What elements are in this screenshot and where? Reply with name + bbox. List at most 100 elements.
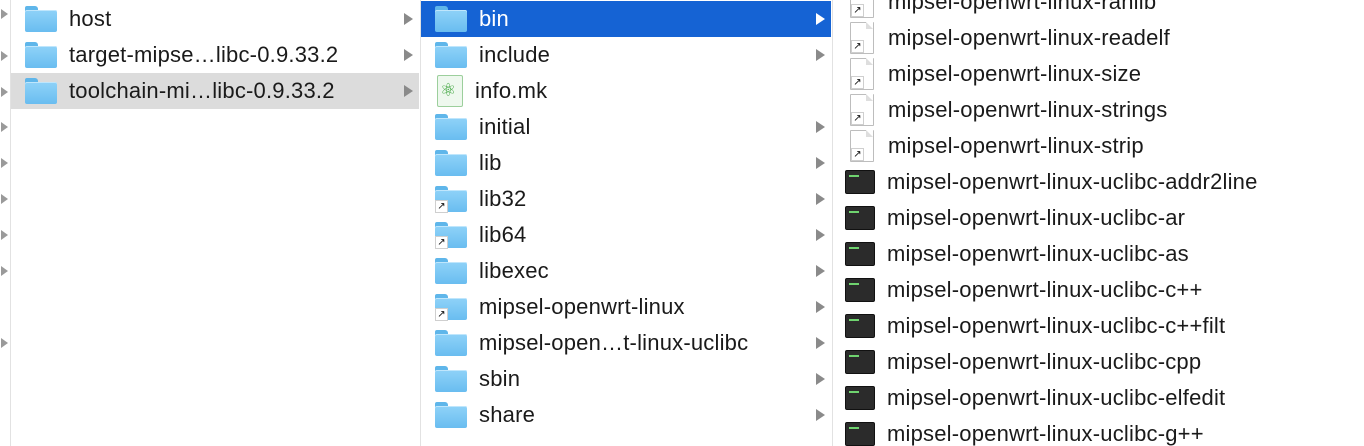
- folder-icon: [435, 114, 467, 140]
- list-item-mipsel-openwrt-linux-uclibc-c[interactable]: mipsel-openwrt-linux-uclibc-c++: [833, 272, 1364, 308]
- chevron-right-icon: [816, 265, 825, 277]
- list-item-sbin[interactable]: sbin: [421, 361, 831, 397]
- chevron-right-icon: [1, 9, 8, 19]
- terminal-executable-icon: [845, 278, 875, 302]
- list-item-toolchain-mi-libc-0-9-33-2[interactable]: toolchain-mi…libc-0.9.33.2: [11, 73, 419, 109]
- makefile-icon: ⚛: [437, 75, 463, 107]
- alias-arrow-icon: ↗: [851, 76, 864, 89]
- alias-arrow-icon: ↗: [851, 112, 864, 125]
- chevron-right-icon: [816, 193, 825, 205]
- item-name: libexec: [479, 258, 549, 283]
- alias-document-icon: ↗: [850, 130, 876, 162]
- list-item-bin[interactable]: bin: [421, 1, 831, 37]
- alias-arrow-icon: ↗: [435, 308, 448, 321]
- chevron-right-icon: [816, 157, 825, 169]
- column-parent-edge[interactable]: [0, 0, 10, 446]
- list-item-mipsel-open-t-linux-uclibc[interactable]: mipsel-open…t-linux-uclibc: [421, 325, 831, 361]
- item-name: mipsel-open…t-linux-uclibc: [479, 330, 749, 355]
- chevron-right-icon: [816, 49, 825, 61]
- alias-arrow-icon: ↗: [851, 40, 864, 53]
- chevron-right-icon: [1, 158, 8, 168]
- column-toolchain-parent[interactable]: host target-mipse…libc-0.9.33.2 toolchain-…: [11, 0, 419, 446]
- chevron-right-icon: [1, 194, 8, 204]
- list-item-lib32[interactable]: ↗ lib32: [421, 181, 831, 217]
- terminal-executable-icon: [845, 314, 875, 338]
- chevron-right-icon: [816, 121, 825, 133]
- list-item-lib64[interactable]: ↗ lib64: [421, 217, 831, 253]
- list-item-initial[interactable]: initial: [421, 109, 831, 145]
- list-item-mipsel-openwrt-linux-uclibc-ar[interactable]: mipsel-openwrt-linux-uclibc-ar: [833, 200, 1364, 236]
- chevron-right-icon: [404, 85, 413, 97]
- folder-icon: [435, 6, 467, 32]
- item-name: mipsel-openwrt-linux: [479, 294, 685, 319]
- item-name: info.mk: [475, 78, 548, 103]
- item-name: lib32: [479, 186, 527, 211]
- alias-arrow-icon: ↗: [435, 236, 448, 249]
- list-item-mipsel-openwrt-linux-readelf[interactable]: ↗ mipsel-openwrt-linux-readelf: [833, 20, 1364, 56]
- list-item-mipsel-openwrt-linux-strip[interactable]: ↗ mipsel-openwrt-linux-strip: [833, 128, 1364, 164]
- chevron-right-icon: [404, 13, 413, 25]
- folder-icon: [435, 402, 467, 428]
- item-name: mipsel-openwrt-linux-uclibc-ar: [887, 205, 1186, 230]
- folder-alias-icon: ↗: [435, 186, 467, 213]
- alias-document-icon: ↗: [850, 94, 876, 126]
- item-name: mipsel-openwrt-linux-strings: [888, 97, 1168, 122]
- item-name: initial: [479, 114, 531, 139]
- folder-alias-icon: ↗: [435, 294, 467, 321]
- alias-document-icon: ↗: [850, 58, 876, 90]
- list-item-mipsel-openwrt-linux-uclibc-elfedit[interactable]: mipsel-openwrt-linux-uclibc-elfedit: [833, 380, 1364, 416]
- list-item-host[interactable]: host: [11, 1, 419, 37]
- chevron-right-icon: [816, 301, 825, 313]
- alias-arrow-icon: ↗: [851, 148, 864, 161]
- item-name: lib64: [479, 222, 527, 247]
- list-item-mipsel-openwrt-linux-size[interactable]: ↗ mipsel-openwrt-linux-size: [833, 56, 1364, 92]
- item-name: share: [479, 402, 536, 427]
- list-item-share[interactable]: share: [421, 397, 831, 433]
- alias-document-icon: ↗: [850, 0, 876, 18]
- item-name: mipsel-openwrt-linux-uclibc-c++filt: [887, 313, 1226, 338]
- terminal-executable-icon: [845, 206, 875, 230]
- item-name: mipsel-openwrt-linux-size: [888, 61, 1142, 86]
- chevron-right-icon: [1, 87, 8, 97]
- list-item-mipsel-openwrt-linux-uclibc-as[interactable]: mipsel-openwrt-linux-uclibc-as: [833, 236, 1364, 272]
- item-name: mipsel-openwrt-linux-ranlib: [888, 0, 1157, 14]
- terminal-executable-icon: [845, 170, 875, 194]
- list-item-mipsel-openwrt-linux[interactable]: ↗ mipsel-openwrt-linux: [421, 289, 831, 325]
- column-bin-contents[interactable]: ↗ mipsel-openwrt-linux-ranlib ↗ mipsel-open…: [833, 0, 1364, 446]
- chevron-right-icon: [816, 409, 825, 421]
- list-item-mipsel-openwrt-linux-ranlib[interactable]: ↗ mipsel-openwrt-linux-ranlib: [833, 0, 1364, 20]
- folder-alias-icon: ↗: [435, 222, 467, 249]
- chevron-right-icon: [1, 266, 8, 276]
- item-name: bin: [479, 6, 509, 31]
- finder-column-browser: host target-mipse…libc-0.9.33.2 toolchain-…: [0, 0, 1364, 446]
- item-name: target-mipse…libc-0.9.33.2: [69, 42, 339, 67]
- item-name: mipsel-openwrt-linux-strip: [888, 133, 1144, 158]
- folder-icon: [25, 78, 57, 104]
- chevron-right-icon: [404, 49, 413, 61]
- list-item-lib[interactable]: lib: [421, 145, 831, 181]
- chevron-right-icon: [1, 122, 8, 132]
- folder-icon: [435, 366, 467, 392]
- chevron-right-icon: [1, 51, 8, 61]
- list-item-mipsel-openwrt-linux-uclibc-addr2line[interactable]: mipsel-openwrt-linux-uclibc-addr2line: [833, 164, 1364, 200]
- list-item-libexec[interactable]: libexec: [421, 253, 831, 289]
- list-item-mipsel-openwrt-linux-uclibc-cpp[interactable]: mipsel-openwrt-linux-uclibc-cpp: [833, 344, 1364, 380]
- list-item-include[interactable]: include: [421, 37, 831, 73]
- terminal-executable-icon: [845, 386, 875, 410]
- item-name: mipsel-openwrt-linux-uclibc-c++: [887, 277, 1203, 302]
- list-item-target-mipse-libc-0-9-33-2[interactable]: target-mipse…libc-0.9.33.2: [11, 37, 419, 73]
- alias-arrow-icon: ↗: [851, 4, 864, 17]
- chevron-right-icon: [816, 337, 825, 349]
- list-item-mipsel-openwrt-linux-uclibc-g[interactable]: mipsel-openwrt-linux-uclibc-g++: [833, 416, 1364, 446]
- item-name: mipsel-openwrt-linux-uclibc-g++: [887, 421, 1204, 446]
- chevron-right-icon: [1, 338, 8, 348]
- chevron-right-icon: [1, 230, 8, 240]
- chevron-right-icon: [816, 373, 825, 385]
- list-item-mipsel-openwrt-linux-strings[interactable]: ↗ mipsel-openwrt-linux-strings: [833, 92, 1364, 128]
- column-toolchain-contents[interactable]: bin include ⚛ info.mk initial lib ↗ lib32 ↗ lib64…: [421, 0, 831, 446]
- item-name: sbin: [479, 366, 521, 391]
- folder-icon: [435, 42, 467, 68]
- list-item-mipsel-openwrt-linux-uclibc-c-filt[interactable]: mipsel-openwrt-linux-uclibc-c++filt: [833, 308, 1364, 344]
- folder-icon: [25, 6, 57, 32]
- list-item-info-mk[interactable]: ⚛ info.mk: [421, 73, 831, 109]
